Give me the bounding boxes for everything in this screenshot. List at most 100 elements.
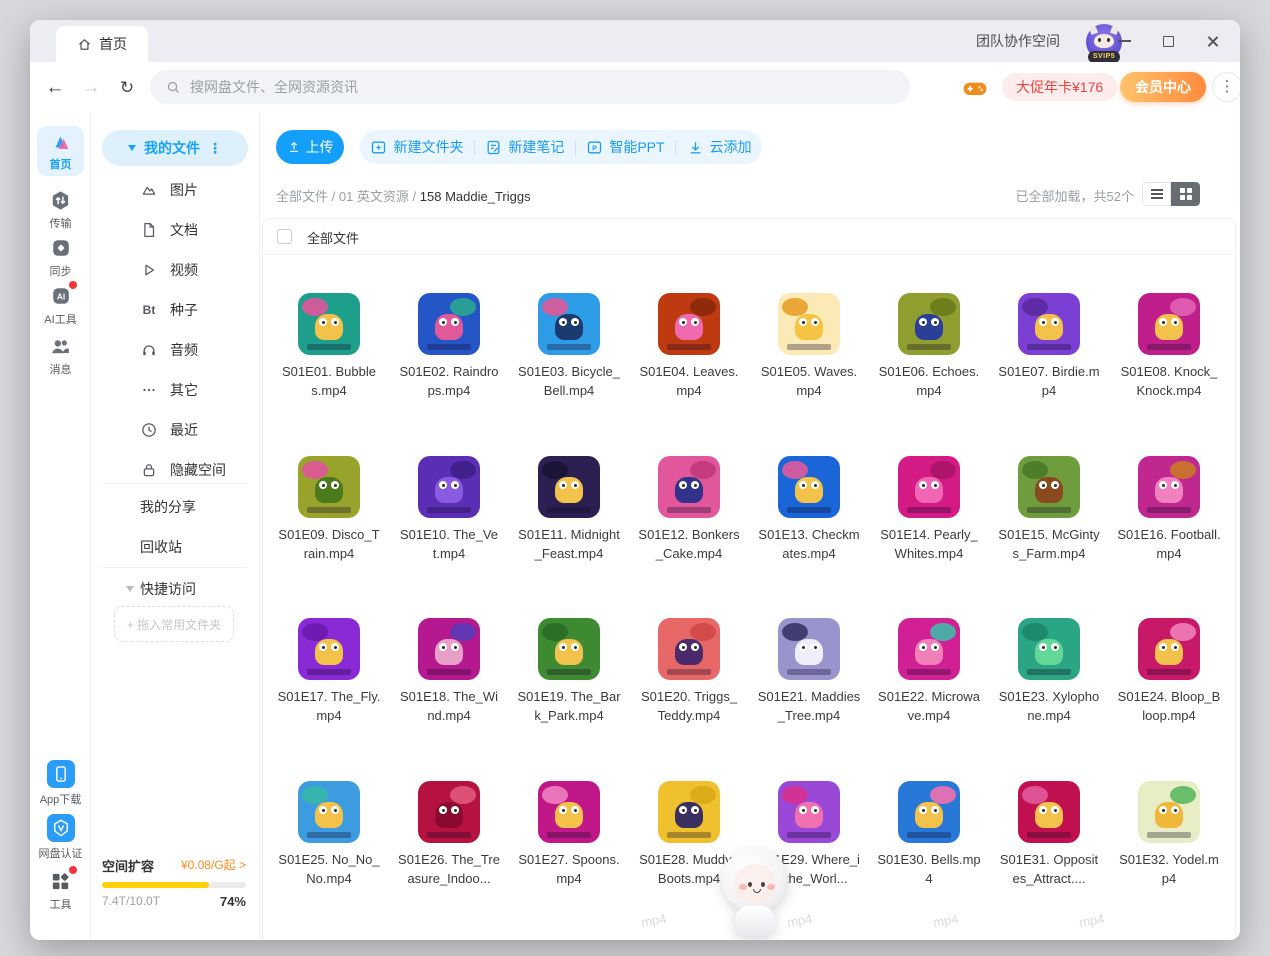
breadcrumb-part[interactable]: 01 英文资源 (339, 189, 409, 204)
video-thumbnail[interactable] (778, 456, 840, 518)
file-card[interactable]: S01E30. Bells.mp4 (869, 781, 989, 888)
file-card[interactable]: S01E07. Birdie.mp4 (989, 293, 1109, 400)
game-icon[interactable] (962, 77, 988, 99)
video-thumbnail[interactable] (778, 781, 840, 843)
rail-item-disk-verify[interactable]: 网盘认证 (30, 814, 91, 861)
video-thumbnail[interactable] (298, 293, 360, 355)
file-card[interactable]: S01E18. The_Wind.mp4 (389, 618, 509, 725)
rail-item-app-download[interactable]: App下载 (30, 760, 91, 807)
sidebar-link-1[interactable]: 回收站 (92, 527, 259, 567)
list-view-button[interactable] (1142, 182, 1171, 206)
upload-button[interactable]: 上传 (276, 130, 344, 164)
video-thumbnail[interactable] (898, 456, 960, 518)
forward-button[interactable]: → (78, 75, 104, 101)
video-thumbnail[interactable] (658, 781, 720, 843)
sidebar-item-audio[interactable]: 音频 (92, 330, 259, 370)
more-options-icon[interactable]: ⋮ (208, 143, 222, 153)
video-thumbnail[interactable] (778, 618, 840, 680)
file-card[interactable]: S01E20. Triggs_Teddy.mp4 (629, 618, 749, 725)
file-card[interactable]: S01E26. The_Treasure_Indoo... (389, 781, 509, 888)
file-card[interactable]: S01E04. Leaves.mp4 (629, 293, 749, 400)
rail-item-tools[interactable]: 工具 (30, 869, 91, 912)
video-thumbnail[interactable] (538, 293, 600, 355)
file-card[interactable]: S01E24. Bloop_Bloop.mp4 (1109, 618, 1229, 725)
file-card[interactable]: S01E02. Raindrops.mp4 (389, 293, 509, 400)
file-card[interactable]: S01E08. Knock_Knock.mp4 (1109, 293, 1229, 400)
sidebar-item-quick-access[interactable]: 快捷访问 (92, 574, 259, 604)
file-card[interactable]: S01E23. Xylophone.mp4 (989, 618, 1109, 725)
rail-item-home[interactable]: 首页 (37, 126, 84, 176)
file-card[interactable]: S01E11. Midnight_Feast.mp4 (509, 456, 629, 563)
file-card[interactable]: S01E14. Pearly_Whites.mp4 (869, 456, 989, 563)
drop-favorite-folder-zone[interactable]: + 拖入常用文件夹 (114, 606, 234, 642)
video-thumbnail[interactable] (778, 293, 840, 355)
file-card[interactable]: S01E27. Spoons.mp4 (509, 781, 629, 888)
storage-price-link[interactable]: ¥0.08/G起 > (181, 856, 246, 873)
workspace-link[interactable]: 团队协作空间 (976, 20, 1060, 62)
video-thumbnail[interactable] (418, 456, 480, 518)
file-card[interactable]: S01E12. Bonkers_Cake.mp4 (629, 456, 749, 563)
video-thumbnail[interactable] (538, 618, 600, 680)
file-card[interactable]: S01E25. No_No_No.mp4 (269, 781, 389, 888)
video-thumbnail[interactable] (1138, 293, 1200, 355)
search-input[interactable]: 搜网盘文件、全网资源资讯 (150, 70, 910, 104)
video-thumbnail[interactable] (1018, 618, 1080, 680)
file-card[interactable]: S01E15. McGintys_Farm.mp4 (989, 456, 1109, 563)
video-thumbnail[interactable] (418, 618, 480, 680)
video-thumbnail[interactable] (658, 293, 720, 355)
grid-view-button[interactable] (1171, 182, 1200, 206)
rail-item-messages[interactable]: 消息 (30, 334, 91, 377)
video-thumbnail[interactable] (298, 618, 360, 680)
video-thumbnail[interactable] (298, 781, 360, 843)
file-card[interactable]: S01E06. Echoes.mp4 (869, 293, 989, 400)
rail-item-sync[interactable]: 同步 (30, 236, 91, 279)
video-thumbnail[interactable] (418, 293, 480, 355)
maximize-button[interactable] (1146, 20, 1190, 62)
video-thumbnail[interactable] (658, 618, 720, 680)
file-card[interactable]: S01E22. Microwave.mp4 (869, 618, 989, 725)
file-card[interactable]: S01E17. The_Fly.mp4 (269, 618, 389, 725)
video-thumbnail[interactable] (1138, 781, 1200, 843)
video-thumbnail[interactable] (898, 781, 960, 843)
cloud-add-button[interactable]: 云添加 (687, 137, 752, 157)
file-card[interactable]: S01E05. Waves.mp4 (749, 293, 869, 400)
promo-pill[interactable]: 大促年卡¥176 (1002, 73, 1117, 101)
breadcrumb[interactable]: 全部文件 / 01 英文资源 / 158 Maddie_Triggs (276, 186, 531, 205)
video-thumbnail[interactable] (298, 456, 360, 518)
video-thumbnail[interactable] (658, 456, 720, 518)
video-thumbnail[interactable] (538, 781, 600, 843)
sidebar-link-0[interactable]: 我的分享 (92, 487, 259, 527)
new-folder-button[interactable]: 新建文件夹 (370, 137, 463, 157)
close-button[interactable] (1190, 20, 1234, 62)
vip-center-button[interactable]: 会员中心 (1120, 72, 1206, 102)
file-card[interactable]: S01E32. Yodel.mp4 (1109, 781, 1229, 888)
file-card[interactable]: S01E19. The_Bark_Park.mp4 (509, 618, 629, 725)
select-all-checkbox[interactable] (277, 229, 292, 244)
smart-ppt-button[interactable]: P智能PPT (586, 137, 664, 157)
sidebar-item-video[interactable]: 视频 (92, 250, 259, 290)
file-card[interactable]: S01E09. Disco_Train.mp4 (269, 456, 389, 563)
video-thumbnail[interactable] (418, 781, 480, 843)
file-card[interactable]: S01E16. Football.mp4 (1109, 456, 1229, 563)
sidebar-item-my-files[interactable]: 我的文件 ⋮ (102, 130, 248, 166)
video-thumbnail[interactable] (1018, 456, 1080, 518)
sidebar-item-lock[interactable]: 隐藏空间 (92, 450, 259, 490)
video-thumbnail[interactable] (1138, 618, 1200, 680)
sidebar-item-bt[interactable]: Bt种子 (92, 290, 259, 330)
file-card[interactable]: S01E03. Bicycle_Bell.mp4 (509, 293, 629, 400)
sidebar-item-more[interactable]: 其它 (92, 370, 259, 410)
file-card[interactable]: S01E21. Maddies_Tree.mp4 (749, 618, 869, 725)
file-card[interactable]: S01E10. The_Vet.mp4 (389, 456, 509, 563)
sidebar-item-doc[interactable]: 文档 (92, 210, 259, 250)
assistant-mascot[interactable] (718, 848, 792, 940)
file-card[interactable]: S01E01. Bubbles.mp4 (269, 293, 389, 400)
video-thumbnail[interactable] (538, 456, 600, 518)
minimize-button[interactable] (1102, 20, 1146, 62)
refresh-button[interactable]: ↻ (114, 75, 140, 101)
sidebar-item-image[interactable]: 图片 (92, 170, 259, 210)
rail-item-transfer[interactable]: 传输 (30, 188, 91, 231)
back-button[interactable]: ← (42, 75, 68, 101)
tab-home[interactable]: 首页 (56, 26, 148, 62)
video-thumbnail[interactable] (1138, 456, 1200, 518)
new-note-button[interactable]: 新建笔记 (485, 137, 564, 157)
